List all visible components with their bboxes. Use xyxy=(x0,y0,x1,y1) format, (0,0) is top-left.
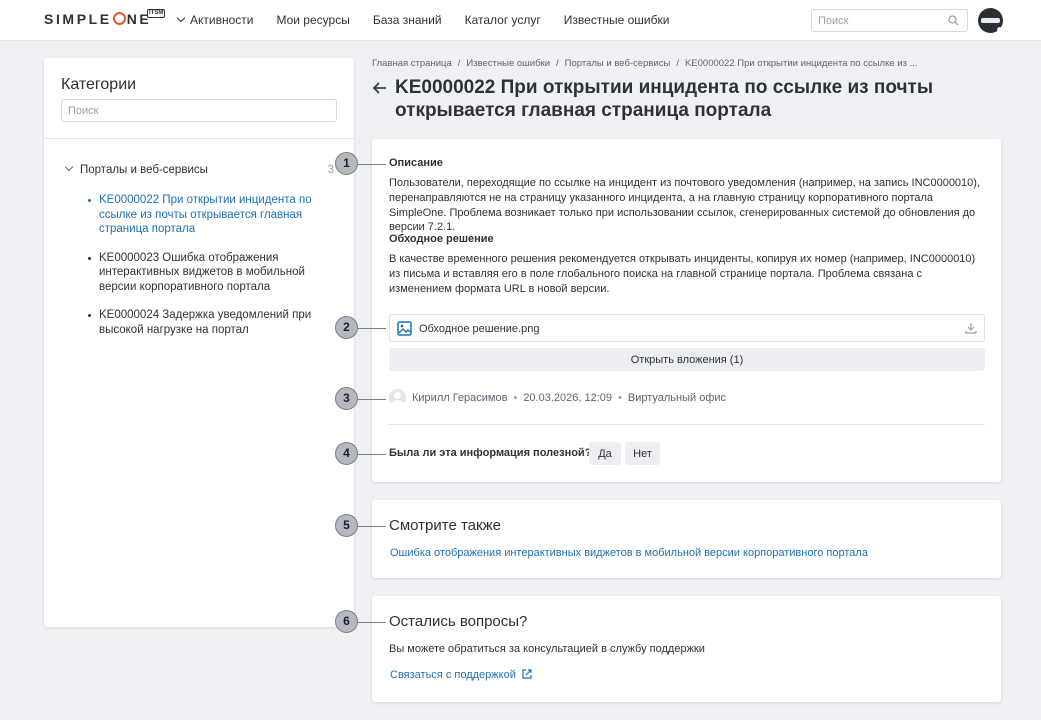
category-count: 3 xyxy=(327,164,334,176)
list-item[interactable]: KE0000024 Задержка уведомлений при высок… xyxy=(86,308,336,337)
breadcrumb-separator: / xyxy=(556,58,559,69)
questions-card: Остались вопросы? Вы можете обратиться з… xyxy=(372,596,1001,702)
callout-marker: 5 xyxy=(335,514,358,537)
meta-separator: • xyxy=(513,391,518,404)
callout-line xyxy=(358,526,386,527)
divider xyxy=(44,138,354,139)
callout-marker: 1 xyxy=(335,152,358,175)
breadcrumb-item[interactable]: Порталы и веб-сервисы xyxy=(565,58,671,69)
categories-sidebar: Категории Порталы и веб-сервисы 3 KE0000… xyxy=(44,58,354,627)
chevron-down-icon[interactable] xyxy=(64,162,74,172)
nav-knowledge-base[interactable]: База знаний xyxy=(373,13,442,27)
breadcrumb-item[interactable]: Известные ошибки xyxy=(466,58,550,69)
feedback-yes-button[interactable]: Да xyxy=(589,442,621,465)
sidebar-search xyxy=(61,99,337,122)
callout-line xyxy=(358,454,386,455)
nav-label: Активности xyxy=(190,13,254,27)
user-avatar[interactable] xyxy=(978,8,1003,33)
logo[interactable]: SIMPLE NE xyxy=(44,11,151,27)
search-icon[interactable] xyxy=(948,15,959,26)
questions-text: Вы можете обратиться за консультацией в … xyxy=(389,643,705,655)
breadcrumb: Главная страница / Известные ошибки / Портал… xyxy=(372,58,918,69)
feedback-no-button[interactable]: Нет xyxy=(625,442,660,465)
breadcrumb-item: KE0000022 При открытии инцидента по ссыл… xyxy=(684,58,918,69)
location: Виртуальный офис xyxy=(627,391,727,404)
sidebar-title: Категории xyxy=(61,76,137,93)
description-text: Пользователи, переходящие по ссылке на и… xyxy=(389,177,981,234)
main-nav: Активности Мои ресурсы База знаний Катал… xyxy=(176,13,692,27)
nav-known-errors[interactable]: Известные ошибки xyxy=(564,13,670,27)
see-also-link[interactable]: Ошибка отображения интерактивных виджето… xyxy=(390,547,868,559)
nav-my-resources[interactable]: Мои ресурсы xyxy=(276,13,349,27)
contact-support-label: Связаться с поддержкой xyxy=(390,669,516,681)
author-avatar xyxy=(389,389,406,406)
list-item[interactable]: KE0000023 Ошибка отображения интерактивн… xyxy=(86,251,336,295)
open-attachments-button[interactable]: Открыть вложения (1) xyxy=(389,348,985,371)
logo-badge: ITSM xyxy=(147,9,166,18)
workaround-text: В качестве временного решения рекомендуе… xyxy=(389,253,976,295)
see-also-title: Смотрите также xyxy=(389,517,501,534)
callout-line xyxy=(358,164,386,165)
avatar-mask xyxy=(981,18,1000,23)
nav-activities[interactable]: Активности xyxy=(176,13,254,27)
questions-title: Остались вопросы? xyxy=(389,613,528,630)
publish-datetime: 20.03.2026, 12:09 xyxy=(523,391,613,404)
global-search-input[interactable] xyxy=(812,10,942,32)
callout-line xyxy=(358,622,386,623)
download-icon[interactable] xyxy=(965,322,977,334)
back-arrow-icon[interactable] xyxy=(372,80,388,96)
attachment-name: Обходное решение.png xyxy=(419,323,540,335)
contact-support-link[interactable]: Связаться с поддержкой xyxy=(390,669,532,681)
callout-marker: 4 xyxy=(335,442,358,465)
external-link-icon xyxy=(522,669,532,679)
image-icon xyxy=(397,321,412,336)
breadcrumb-separator: / xyxy=(676,58,679,69)
status-dot xyxy=(996,26,1003,33)
top-bar: SIMPLE NE ITSM Активности Мои ресурсы Баз… xyxy=(0,0,1041,41)
callout-marker: 2 xyxy=(335,316,358,339)
breadcrumb-separator: / xyxy=(457,58,461,69)
article-meta: Кирилл Герасимов • 20.03.2026, 12:09 • В… xyxy=(389,389,726,406)
nav-service-catalog[interactable]: Каталог услуг xyxy=(465,13,541,27)
see-also-card: Смотрите также Ошибка отображения интера… xyxy=(372,500,1001,578)
breadcrumb-item[interactable]: Главная страница xyxy=(372,58,452,69)
category-portals[interactable]: Порталы и веб-сервисы 3 xyxy=(64,162,334,176)
callout-marker: 3 xyxy=(335,387,358,410)
chevron-down-icon xyxy=(176,13,186,23)
workaround-title: Обходное решение xyxy=(389,233,494,245)
callout-marker: 6 xyxy=(335,610,358,633)
article-list: KE0000022 При открытии инцидента по ссыл… xyxy=(86,193,336,351)
list-item[interactable]: KE0000022 При открытии инцидента по ссыл… xyxy=(86,193,336,237)
meta-separator: • xyxy=(618,391,622,404)
logo-ring-icon xyxy=(112,12,126,25)
logo-text: SIMPLE xyxy=(44,11,112,27)
feedback-question: Была ли эта информация полезной? xyxy=(389,447,592,459)
article-card: Описание Пользователи, переходящие по сс… xyxy=(372,139,1001,482)
page-title: KE0000022 При открытии инцидента по ссыл… xyxy=(395,77,934,121)
divider xyxy=(389,424,985,425)
sidebar-search-input[interactable] xyxy=(62,100,322,122)
callout-line xyxy=(358,328,386,329)
callout-line xyxy=(358,399,386,400)
description-title: Описание xyxy=(389,157,443,169)
category-label: Порталы и веб-сервисы xyxy=(80,164,208,176)
attachment-item[interactable]: Обходное решение.png xyxy=(389,314,985,342)
global-search xyxy=(811,9,968,32)
author-name[interactable]: Кирилл Герасимов xyxy=(412,392,507,404)
